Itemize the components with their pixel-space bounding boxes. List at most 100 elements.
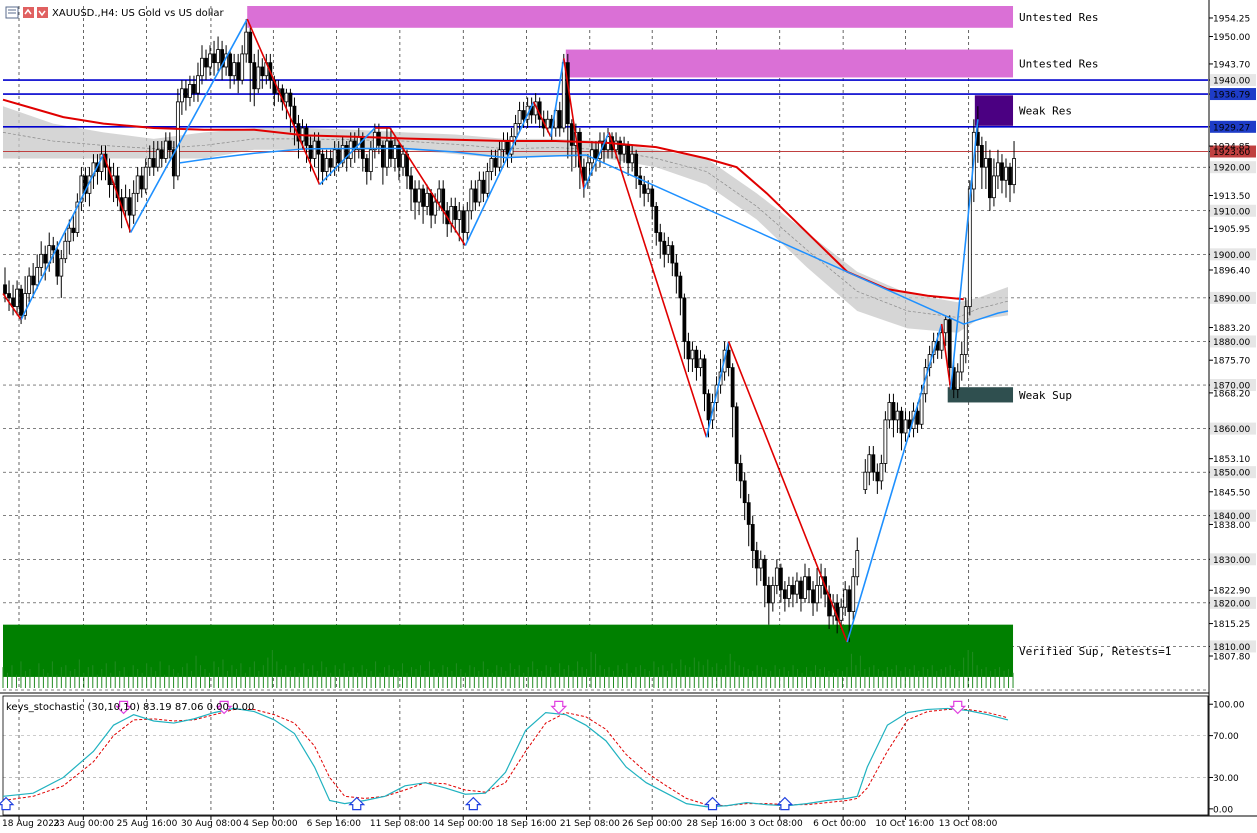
candle-body xyxy=(497,149,502,168)
x-tick-label: 3 Oct 08:00 xyxy=(750,819,803,829)
candle-body xyxy=(489,158,494,172)
candle-body xyxy=(590,149,594,164)
candle-body xyxy=(839,606,844,621)
stoch-y-tick-label: 70.00 xyxy=(1213,732,1239,742)
candle-body xyxy=(196,75,200,94)
candle-body xyxy=(143,166,148,190)
candle-body xyxy=(67,227,72,242)
candle-body xyxy=(288,92,293,107)
candle-body xyxy=(284,92,289,103)
candle-body xyxy=(915,410,920,425)
candle-body xyxy=(429,192,434,216)
y-tick-label: 1890.00 xyxy=(1213,294,1250,304)
y-tick-label: 1900.00 xyxy=(1213,251,1250,261)
candle-body xyxy=(642,184,647,194)
candle-body xyxy=(959,354,964,373)
candle-body xyxy=(674,262,679,277)
candle-body xyxy=(634,153,639,177)
candle-body xyxy=(127,197,132,216)
zone-rect xyxy=(3,624,1014,677)
candle-body xyxy=(147,158,152,168)
x-tick-label: 26 Sep 00:00 xyxy=(622,819,682,829)
y-tick-label: 1810.00 xyxy=(1213,643,1250,653)
buy-icon[interactable] xyxy=(23,7,34,18)
candle-body xyxy=(1000,162,1004,181)
candle-body xyxy=(3,284,7,294)
candle-body xyxy=(630,153,635,164)
stoch-y-tick-label: 30.00 xyxy=(1213,774,1239,784)
candle-body xyxy=(1004,166,1008,181)
candle-body xyxy=(891,402,896,421)
candle-body xyxy=(389,140,393,159)
candle-body xyxy=(332,149,337,168)
y-tick-label: 1943.70 xyxy=(1213,60,1250,70)
y-tick-label: 1850.00 xyxy=(1213,469,1250,479)
candle-body xyxy=(666,245,671,255)
candle-body xyxy=(875,471,880,482)
candle-body xyxy=(393,145,397,159)
candle-body xyxy=(807,576,811,591)
y-tick-label: 1936.79 xyxy=(1213,91,1250,101)
candle-body xyxy=(433,201,438,216)
candle-body xyxy=(465,210,470,233)
candle-body xyxy=(782,589,787,599)
zone-rect xyxy=(974,95,1014,126)
candle-body xyxy=(481,179,486,194)
candle-body xyxy=(461,210,466,233)
candle-body xyxy=(594,149,598,159)
stoch-y-tick-label: 0.00 xyxy=(1213,805,1233,815)
candle-body xyxy=(815,585,819,604)
candle-body xyxy=(336,149,341,164)
candle-body xyxy=(682,297,687,342)
candle-body xyxy=(477,179,482,203)
candle-body xyxy=(758,558,763,569)
candle-body xyxy=(702,358,707,395)
y-tick-label: 1822.90 xyxy=(1213,587,1250,597)
candle-body xyxy=(175,101,180,177)
candle-body xyxy=(795,580,799,595)
candle-body xyxy=(304,127,309,146)
candle-body xyxy=(159,149,164,159)
candle-body xyxy=(626,145,631,164)
candle-body xyxy=(843,589,848,608)
y-tick-label: 1838.00 xyxy=(1213,521,1250,531)
candle-body xyxy=(698,358,703,369)
candle-body xyxy=(385,140,389,168)
y-tick-label: 1910.00 xyxy=(1213,207,1250,217)
candle-body xyxy=(686,341,691,360)
x-tick-label: 23 Aug 00:00 xyxy=(53,819,114,829)
window-title: XAUUSD.,H4: US Gold vs US dollar xyxy=(52,8,224,19)
candle-body xyxy=(240,53,245,81)
candle-body xyxy=(7,293,11,299)
candle-body xyxy=(200,57,204,77)
candle-body xyxy=(750,524,755,551)
candle-body xyxy=(131,192,136,216)
candle-body xyxy=(919,393,924,425)
candle-body xyxy=(887,402,892,421)
x-tick-label: 11 Sep 08:00 xyxy=(370,819,430,829)
y-tick-label: 1905.95 xyxy=(1213,225,1250,235)
candle-body xyxy=(557,110,562,129)
x-tick-label: 25 Aug 16:00 xyxy=(117,819,178,829)
candle-body xyxy=(690,349,695,360)
y-tick-label: 1880.00 xyxy=(1213,338,1250,348)
candle-body xyxy=(179,88,184,103)
trading-chart[interactable]: Untested Res Untested Res Weak Res Weak Sup… xyxy=(0,0,1257,833)
candle-body xyxy=(376,131,381,146)
candle-body xyxy=(899,410,904,434)
candle-body xyxy=(135,175,140,194)
candle-body xyxy=(811,589,815,604)
candle-body xyxy=(658,232,663,242)
candle-body xyxy=(871,454,876,473)
candle-body xyxy=(15,288,19,308)
x-tick-label: 21 Sep 08:00 xyxy=(560,819,620,829)
candle-body xyxy=(746,502,751,525)
zone-label: Weak Res xyxy=(1019,105,1072,118)
sell-icon[interactable] xyxy=(37,7,48,18)
candle-body xyxy=(35,267,40,286)
candle-body xyxy=(943,319,948,334)
candle-body xyxy=(453,206,458,220)
candle-body xyxy=(256,66,261,90)
candle-body xyxy=(163,140,168,159)
y-tick-label: 1845.50 xyxy=(1213,488,1250,498)
